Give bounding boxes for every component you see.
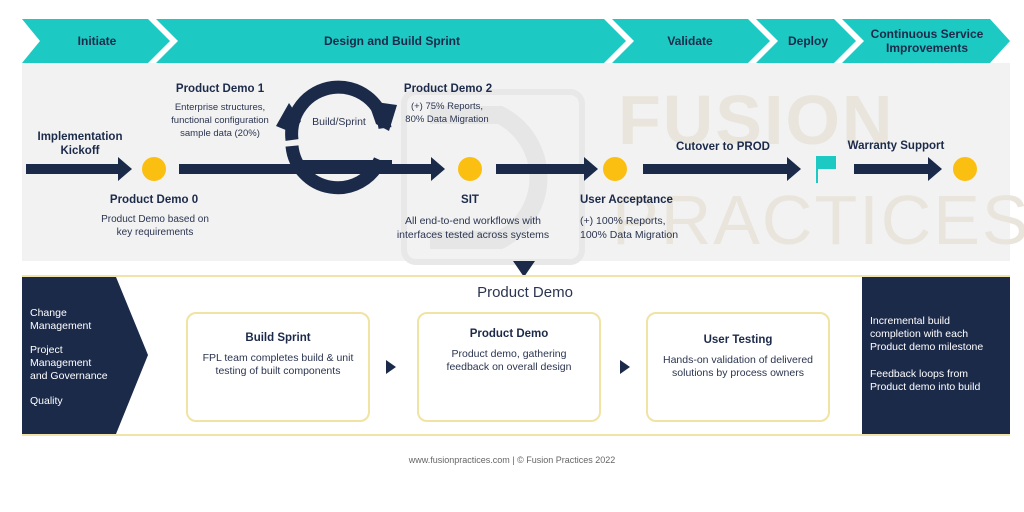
left-item-line: Quality xyxy=(30,395,63,407)
milestone-dot-uat xyxy=(603,157,627,181)
left-item-line: Management xyxy=(30,357,92,369)
right-notes-panel: Incremental build completion with each P… xyxy=(862,277,1010,434)
label-demo0-desc1: Product Demo based on xyxy=(101,214,209,225)
left-item-line: and Governance xyxy=(30,370,108,382)
card-desc: Hands-on validation of delivered solutio… xyxy=(662,354,813,379)
arrow-warranty xyxy=(854,157,942,181)
label-demo0-desc2: key requirements xyxy=(116,227,194,238)
label-kickoff-line2: Kickoff xyxy=(60,145,100,157)
flag-icon xyxy=(816,156,836,183)
play-arrow-icon xyxy=(620,360,630,374)
card-title: User Testing xyxy=(703,334,773,346)
left-item-line: Management xyxy=(30,320,92,332)
card-product-demo: Product Demo Product demo, gathering fee… xyxy=(417,312,601,422)
label-demo1-desc3: sample data (20%) xyxy=(180,128,260,139)
arrow-to-uat xyxy=(496,157,598,181)
label-demo2-desc1: (+) 75% Reports, xyxy=(410,101,484,112)
label-sit-title: SIT xyxy=(461,194,479,206)
arrow-cutover xyxy=(643,157,801,181)
right-note-feedback: Feedback loops from Product demo into bu… xyxy=(870,368,981,393)
label-demo1-desc: Enterprise structures, functional config… xyxy=(158,101,282,140)
left-item-project-management: Project Management and Governance xyxy=(30,344,108,383)
label-sit-desc: All end-to-end workflows with interfaces… xyxy=(388,214,558,242)
label-uat-desc: (+) 100% Reports, 100% Data Migration xyxy=(580,214,678,242)
label-uat-title: User Acceptance xyxy=(580,194,673,206)
right-note-incremental: Incremental build completion with each P… xyxy=(870,315,984,353)
card-build-sprint: Build Sprint FPL team completes build & … xyxy=(186,312,370,422)
footer-text: www.fusionpractices.com | © Fusion Pract… xyxy=(408,455,616,465)
product-demo-section: Change Management Project Management and… xyxy=(22,275,1010,436)
label-sit-desc2: interfaces tested across systems xyxy=(396,229,550,241)
label-demo1-desc2: functional configuration xyxy=(171,115,269,126)
card-title: Build Sprint xyxy=(245,332,311,344)
card-desc: Product demo, gathering feedback on over… xyxy=(446,348,572,373)
card-user-testing: User Testing Hands-on validation of deli… xyxy=(646,312,830,422)
label-build-sprint-loop: Build/Sprint xyxy=(312,116,366,128)
section-title: Product Demo xyxy=(477,284,573,301)
label-demo1-desc1: Enterprise structures, xyxy=(174,102,266,113)
left-item-quality: Quality xyxy=(30,395,63,408)
label-demo2-title: Product Demo 2 xyxy=(403,83,493,95)
milestone-dot-demo0 xyxy=(142,157,166,181)
play-arrow-icon xyxy=(386,360,396,374)
milestone-dot-sit xyxy=(458,157,482,181)
label-demo1-title: Product Demo 1 xyxy=(175,83,265,95)
label-uat-desc2: 100% Data Migration xyxy=(580,229,679,241)
card-title: Product Demo xyxy=(469,328,549,340)
label-kickoff: Implementation Kickoff xyxy=(30,130,130,158)
label-cutover: Cutover to PROD xyxy=(676,141,770,153)
arrow-kickoff xyxy=(26,157,132,181)
label-demo2-desc2: 80% Data Migration xyxy=(405,114,489,125)
label-demo0-desc: Product Demo based on key requirements xyxy=(85,213,225,239)
label-kickoff-line1: Implementation xyxy=(37,131,123,143)
card-desc: FPL team completes build & unit testing … xyxy=(202,352,354,377)
left-item-line: Change xyxy=(30,307,67,319)
label-demo0-title: Product Demo 0 xyxy=(109,194,199,206)
left-item-change-management: Change Management xyxy=(30,307,91,333)
label-demo2-desc: (+) 75% Reports, 80% Data Migration xyxy=(392,100,502,126)
left-item-line: Project xyxy=(30,344,63,356)
label-warranty: Warranty Support xyxy=(847,140,945,152)
milestone-dot-warranty xyxy=(953,157,977,181)
label-uat-desc1: (+) 100% Reports, xyxy=(580,215,666,227)
label-sit-desc1: All end-to-end workflows with xyxy=(405,215,541,227)
